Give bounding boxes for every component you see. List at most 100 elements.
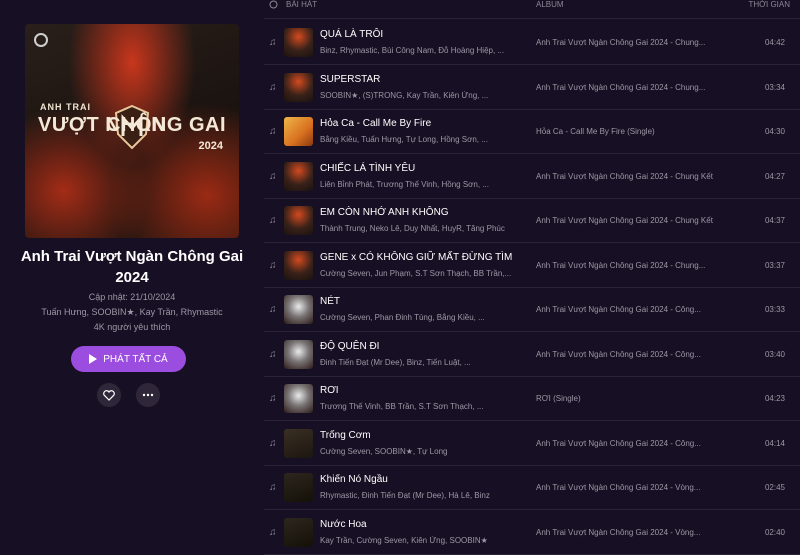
song-thumbnail[interactable] — [284, 206, 313, 235]
song-duration: 04:23 — [764, 394, 785, 403]
song-row[interactable]: ♫ Nước Hoa Kay Trần, Cường Seven, Kiên Ứ… — [264, 511, 800, 555]
sort-icon[interactable] — [269, 0, 278, 11]
song-title[interactable]: Trống Cơm — [320, 430, 371, 441]
song-album[interactable]: RƠI (Single) — [536, 394, 732, 403]
music-note-icon: ♫ — [269, 437, 277, 449]
song-title[interactable]: CHIẾC LÁ TÌNH YÊU — [320, 163, 415, 174]
music-note-icon: ♫ — [269, 482, 277, 493]
playlist-panel: ANH TRAI VƯỢT NGÀN CHÔNG GAI 2024 Anh Tr… — [0, 0, 264, 555]
music-note-icon: ♫ — [269, 393, 277, 404]
song-row[interactable]: ♫ Trống Cơm Cường Seven, SOOBIN★, Tự Lon… — [264, 422, 800, 466]
song-thumbnail[interactable] — [284, 28, 313, 57]
song-row[interactable]: ♫ SUPERSTAR SOOBIN★, (S)TRONG, Kay Trần,… — [264, 66, 800, 110]
song-duration: 02:45 — [764, 483, 785, 492]
song-title[interactable]: Hỏa Ca - Call Me By Fire — [320, 118, 431, 129]
song-artists[interactable]: Liên Bỉnh Phát, Trương Thế Vinh, Hồng Sơ… — [320, 180, 532, 189]
song-thumbnail[interactable] — [284, 72, 313, 102]
song-artists[interactable]: Thành Trung, Neko Lê, Duy Nhất, HuyR, Tă… — [320, 224, 532, 233]
song-title[interactable]: Nước Hoa — [320, 519, 367, 530]
song-thumbnail[interactable] — [284, 250, 313, 280]
song-album[interactable]: Anh Trai Vượt Ngàn Chông Gai 2024 - Chun… — [536, 38, 732, 47]
music-note-icon: ♫ — [269, 304, 277, 315]
song-thumbnail[interactable] — [284, 339, 313, 369]
song-title[interactable]: RƠI — [320, 385, 339, 396]
music-note-icon: ♫ — [269, 215, 277, 226]
cover-year: 2024 — [198, 140, 223, 152]
playlist-title: Anh Trai Vượt Ngàn Chông Gai 2024 — [20, 248, 244, 286]
song-artists[interactable]: Đinh Tiến Đạt (Mr Dee), Binz, Tiến Luật,… — [320, 358, 532, 367]
music-note-icon: ♫ — [269, 126, 277, 137]
song-artists[interactable]: SOOBIN★, (S)TRONG, Kay Trần, Kiên Ứng, .… — [320, 91, 532, 100]
song-album[interactable]: Anh Trai Vượt Ngàn Chông Gai 2024 - Chun… — [536, 261, 732, 270]
song-row[interactable]: ♫ ĐỘ QUÊN ĐI Đinh Tiến Đạt (Mr Dee), Bin… — [264, 333, 800, 377]
song-title[interactable]: GENE x CÓ KHÔNG GIỮ MẤT ĐỪNG TÌM — [320, 252, 512, 263]
music-note-icon: ♫ — [269, 81, 277, 93]
song-row[interactable]: ♫ Khiến Nó Ngầu Rhymastic, Đinh Tiến Đạt… — [264, 466, 800, 510]
song-thumbnail[interactable] — [284, 428, 313, 458]
header-duration: THỜI GIAN — [748, 0, 790, 9]
header-song: BÀI HÁT — [286, 0, 318, 9]
song-artists[interactable]: Rhymastic, Đinh Tiến Đạt (Mr Dee), Hà Lê… — [320, 491, 532, 500]
song-thumbnail[interactable] — [284, 295, 313, 324]
song-album[interactable]: Hỏa Ca - Call Me By Fire (Single) — [536, 127, 732, 136]
song-thumbnail[interactable] — [284, 384, 313, 413]
heart-icon — [103, 389, 115, 401]
play-icon — [89, 354, 98, 364]
song-title[interactable]: EM CÒN NHỚ ANH KHÔNG — [320, 207, 449, 218]
header-album: ALBUM — [536, 0, 564, 9]
song-album[interactable]: Anh Trai Vượt Ngàn Chông Gai 2024 - Công… — [536, 305, 732, 314]
song-title[interactable]: QUÁ LÀ TRÔI — [320, 29, 383, 40]
song-album[interactable]: Anh Trai Vượt Ngàn Chông Gai 2024 - Vòng… — [536, 483, 732, 492]
song-thumbnail[interactable] — [284, 473, 313, 502]
song-artists[interactable]: Cường Seven, Phan Đinh Tùng, Bằng Kiều, … — [320, 313, 532, 322]
music-note-icon: ♫ — [269, 170, 277, 182]
music-note-icon: ♫ — [269, 259, 277, 271]
song-album[interactable]: Anh Trai Vượt Ngàn Chông Gai 2024 - Chun… — [536, 83, 732, 92]
song-duration: 04:37 — [764, 216, 785, 225]
favorite-button[interactable] — [97, 383, 121, 407]
song-title[interactable]: SUPERSTAR — [320, 74, 380, 85]
song-album[interactable]: Anh Trai Vượt Ngàn Chông Gai 2024 - Chun… — [536, 216, 732, 225]
song-artists[interactable]: Cường Seven, Jun Phạm, S.T Sơn Thạch, BB… — [320, 269, 532, 278]
song-row[interactable]: ♫ EM CÒN NHỚ ANH KHÔNG Thành Trung, Neko… — [264, 199, 800, 243]
song-title[interactable]: Khiến Nó Ngầu — [320, 474, 388, 485]
cover-logo-right: CHÔNG GAI — [105, 114, 226, 136]
music-note-icon: ♫ — [269, 348, 277, 360]
song-row[interactable]: ♫ Hỏa Ca - Call Me By Fire Bằng Kiều, Tu… — [264, 110, 800, 154]
song-duration: 04:14 — [764, 438, 785, 448]
song-artists[interactable]: Cường Seven, SOOBIN★, Tự Long — [320, 447, 532, 456]
song-row[interactable]: ♫ CHIẾC LÁ TÌNH YÊU Liên Bỉnh Phát, Trươ… — [264, 155, 800, 199]
more-options-button[interactable] — [136, 383, 160, 407]
song-row[interactable]: ♫ NÉT Cường Seven, Phan Đinh Tùng, Bằng … — [264, 288, 800, 332]
song-thumbnail[interactable] — [284, 117, 313, 146]
song-duration: 03:37 — [764, 260, 785, 270]
song-duration: 04:27 — [764, 171, 785, 181]
song-row[interactable]: ♫ RƠI Trương Thế Vinh, BB Trần, S.T Sơn … — [264, 377, 800, 421]
song-row[interactable]: ♫ GENE x CÓ KHÔNG GIỮ MẤT ĐỪNG TÌM Cường… — [264, 244, 800, 288]
playlist-updated: Cập nhật: 21/10/2024 — [88, 292, 176, 302]
song-album[interactable]: Anh Trai Vượt Ngàn Chông Gai 2024 - Vòng… — [536, 528, 732, 537]
song-thumbnail[interactable] — [284, 161, 313, 191]
song-artists[interactable]: Kay Trần, Cường Seven, Kiên Ứng, SOOBIN★ — [320, 536, 532, 545]
cover-pre-title: ANH TRAI — [40, 102, 91, 112]
play-all-label: PHÁT TẤT CẢ — [103, 353, 168, 365]
song-duration: 02:40 — [764, 527, 785, 537]
playlist-artists: Tuấn Hưng, SOOBIN★, Kay Trần, Rhymastic — [41, 307, 223, 317]
song-artists[interactable]: Bằng Kiều, Tuấn Hưng, Tự Long, Hồng Sơn,… — [320, 135, 532, 144]
song-list-header: BÀI HÁT ALBUM THỜI GIAN — [264, 0, 800, 19]
song-thumbnail[interactable] — [284, 517, 313, 547]
disc-icon — [34, 33, 48, 47]
music-note-icon: ♫ — [269, 37, 277, 48]
song-title[interactable]: NÉT — [320, 296, 340, 307]
song-album[interactable]: Anh Trai Vượt Ngàn Chông Gai 2024 - Công… — [536, 439, 732, 448]
song-duration: 03:33 — [764, 305, 785, 314]
song-duration: 03:34 — [764, 82, 785, 92]
song-row[interactable]: ♫ QUÁ LÀ TRÔI Binz, Rhymastic, Bùi Công … — [264, 21, 800, 65]
playlist-cover[interactable]: ANH TRAI VƯỢT NGÀN CHÔNG GAI 2024 — [25, 24, 239, 238]
song-artists[interactable]: Trương Thế Vinh, BB Trần, S.T Sơn Thạch,… — [320, 402, 532, 411]
song-album[interactable]: Anh Trai Vượt Ngàn Chông Gai 2024 - Công… — [536, 350, 732, 359]
play-all-button[interactable]: PHÁT TẤT CẢ — [71, 346, 186, 372]
song-artists[interactable]: Binz, Rhymastic, Bùi Công Nam, Đỗ Hoàng … — [320, 46, 532, 55]
song-album[interactable]: Anh Trai Vượt Ngàn Chông Gai 2024 - Chun… — [536, 172, 732, 181]
song-title[interactable]: ĐỘ QUÊN ĐI — [320, 341, 379, 352]
